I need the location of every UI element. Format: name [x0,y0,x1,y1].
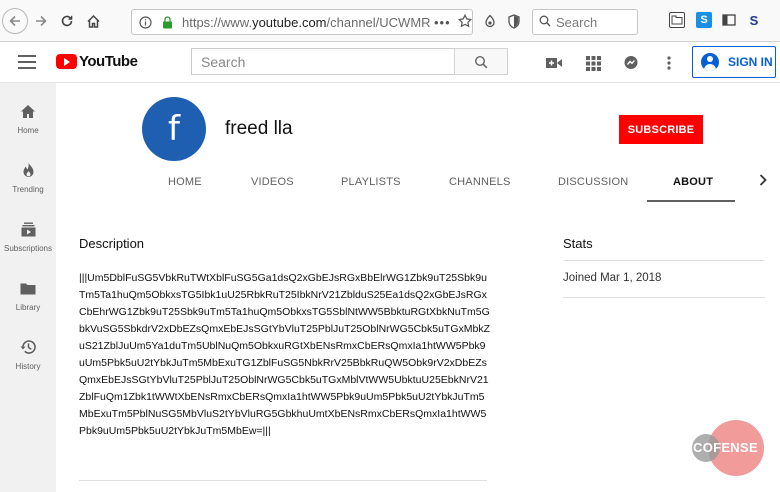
search-icon [474,55,488,68]
home-icon [0,101,56,121]
stats-divider-bottom [563,297,765,298]
channel-header: f freed lla SUBSCRIBE HOME VIDEOS PLAYLI… [56,83,780,202]
lock-icon[interactable] [158,13,176,31]
history-icon [0,337,56,357]
browser-toolbar: https://www.youtube.com/channel/UCWMR/ •… [0,0,780,42]
url-prefix: https://www. [182,14,253,30]
channel-name: freed lla [225,118,293,139]
account-icon [701,53,719,71]
messages-icon[interactable] [621,53,641,73]
apps-grid-icon[interactable] [583,53,603,73]
url-path: /channel/UCWMR/ [326,14,430,30]
sidebar-item-trending[interactable]: Trending [0,160,56,194]
tab-about[interactable]: ABOUT [673,176,713,188]
sidebar-item-label: History [15,362,41,371]
tab-playlists[interactable]: PLAYLISTS [341,176,401,188]
menu-icon[interactable] [18,55,36,69]
about-section: Description |||Um5DblFuSG5VbkRuTWtXblFuS… [56,202,780,492]
forward-button[interactable] [28,8,54,34]
home-icon [86,14,100,28]
sidebar-item-label: Library [15,303,41,312]
address-bar[interactable]: https://www.youtube.com/channel/UCWMR/ •… [131,9,473,35]
skype-extension-icon[interactable]: S [696,12,712,28]
folder-icon [0,278,56,298]
tab-discussion[interactable]: DISCUSSION [558,176,628,188]
sign-in-label: SIGN IN [728,55,773,69]
chevron-right-icon[interactable] [758,173,768,191]
bookmark-star-icon[interactable] [457,13,472,31]
tab-channels[interactable]: CHANNELS [449,176,511,188]
channel-avatar[interactable]: f [142,97,206,161]
shield-icon[interactable] [504,11,524,31]
tracker-icon[interactable] [480,11,500,31]
sidebar-item-history[interactable]: History [0,337,56,371]
sidebar-item-label: Home [17,126,39,135]
description-text: |||Um5DblFuSG5VbkRuTWtXblFuSG5Ga1dsQ2xGb… [79,272,491,437]
watermark-text: COFENSE [693,440,758,455]
page-actions-button[interactable]: ••• [434,15,451,30]
description-divider [79,480,487,481]
back-button[interactable] [2,8,28,34]
sidebar-item-label: Subscriptions [3,244,53,253]
url-text: https://www.youtube.com/channel/UCWMR/ [182,15,430,30]
back-arrow-icon [9,15,20,27]
sidebar-item-library[interactable]: Library [0,278,56,312]
info-icon[interactable] [136,13,154,31]
youtube-play-icon [56,54,77,69]
browser-search-placeholder: Search [556,14,598,30]
subscribe-button[interactable]: SUBSCRIBE [619,115,703,144]
reload-icon [61,15,73,27]
tab-videos[interactable]: VIDEOS [251,176,294,188]
more-options-icon[interactable] [659,53,679,73]
youtube-header: YouTube Search SIGN IN [0,42,780,83]
logo-text: YouTube [79,53,138,70]
description-heading: Description [79,236,145,251]
s-extension-icon[interactable]: S [746,12,762,28]
url-domain: youtube.com [252,14,327,30]
sidebar-item-subscriptions[interactable]: Subscriptions [0,219,56,253]
sidebar-item-home[interactable]: Home [0,101,56,135]
joined-date: Joined Mar 1, 2018 [563,272,662,284]
search-button[interactable] [454,48,508,75]
sidebar-item-label: Trending [12,185,44,194]
flame-icon [0,160,56,180]
reload-button[interactable] [54,8,80,34]
stats-divider-top [563,260,765,261]
create-video-icon[interactable] [544,53,564,73]
home-browser-button[interactable] [80,8,106,34]
subscriptions-icon [0,219,56,239]
cofense-watermark: COFENSE [690,420,764,476]
library-icon[interactable] [669,12,685,28]
search-icon [539,15,551,30]
sidebar: Home Trending Subscriptions Library Hist… [0,83,56,492]
tab-home[interactable]: HOME [168,176,202,188]
search-input[interactable]: Search [191,48,455,75]
sign-in-button[interactable]: SIGN IN [692,46,776,78]
youtube-logo[interactable]: YouTube [56,53,138,70]
stats-heading: Stats [563,236,593,251]
sidebar-toggle-icon[interactable] [721,12,737,28]
browser-search-field[interactable]: Search [532,9,638,35]
forward-arrow-icon [36,15,47,27]
